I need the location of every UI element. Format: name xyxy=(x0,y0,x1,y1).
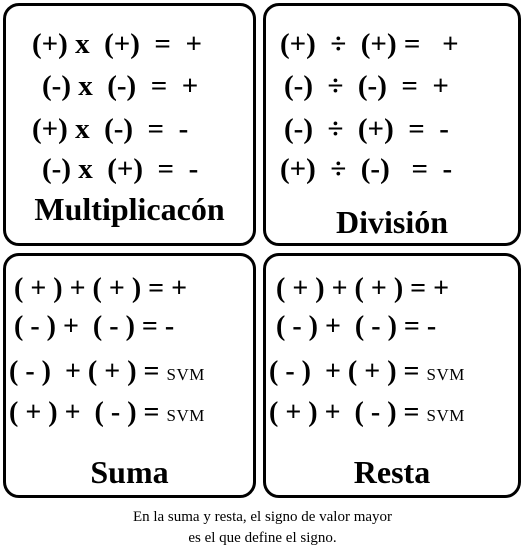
addition-rule-1-text: ( + ) + ( + ) = + xyxy=(14,273,188,304)
subtraction-title: Resta xyxy=(353,454,431,490)
addition-rule-4-text: ( + ) + ( - ) = xyxy=(9,397,167,428)
multiplication-rule-4: (-) x (+) = - xyxy=(42,153,199,185)
multiplication-rule-2: (-) x (-) = + xyxy=(42,70,199,102)
subtraction-rule-4-text: ( + ) + ( - ) = xyxy=(269,397,427,428)
addition-title: Suma xyxy=(90,454,169,490)
multiplication-rule-3: (+) x (-) = - xyxy=(32,113,189,145)
division-rule-3: (-) ÷ (+) = - xyxy=(284,113,449,145)
footer-line-1: En la suma y resta, el signo de valor ma… xyxy=(132,509,393,525)
multiplication-rule-1: (+) x (+) = + xyxy=(32,28,202,60)
addition-rule-3-text: ( - ) + ( + ) = xyxy=(9,356,167,387)
division-title: División xyxy=(335,204,449,240)
subtraction-rule-1-text: ( + ) + ( + ) = + xyxy=(276,273,450,304)
addition-rule-4-svm: SVM xyxy=(166,406,205,425)
multiplication-title: Multiplicacón xyxy=(34,191,225,227)
footer-note: En la suma y resta, el signo de valor ma… xyxy=(0,507,525,549)
division-rule-4: (+) ÷ (-) = - xyxy=(280,153,453,185)
subtraction-rule-1: ( + ) + ( + ) = + xyxy=(276,275,449,303)
multiplication-card: (+) x (+) = + (-) x (-) = + (+) x (-) = … xyxy=(3,3,256,246)
addition-rule-4: ( + ) + ( - ) = SVM xyxy=(9,399,205,427)
addition-card: ( + ) + ( + ) = + ( - ) + ( - ) = - ( - … xyxy=(3,253,256,498)
addition-rule-1: ( + ) + ( + ) = + xyxy=(14,275,187,303)
addition-rule-3-svm: SVM xyxy=(166,365,205,384)
subtraction-rule-3: ( - ) + ( + ) = SVM xyxy=(269,358,465,386)
addition-rule-3: ( - ) + ( + ) = SVM xyxy=(9,358,205,386)
footer-line-2: es el que define el signo. xyxy=(188,530,337,546)
subtraction-rule-3-svm: SVM xyxy=(426,365,465,384)
subtraction-rule-4: ( + ) + ( - ) = SVM xyxy=(269,399,465,427)
subtraction-rule-3-text: ( - ) + ( + ) = xyxy=(269,356,427,387)
division-card: (+) ÷ (+) = + (-) ÷ (-) = + (-) ÷ (+) = … xyxy=(263,3,521,246)
subtraction-rule-2: ( - ) + ( - ) = - xyxy=(276,313,436,341)
subtraction-card: ( + ) + ( + ) = + ( - ) + ( - ) = - ( - … xyxy=(263,253,521,498)
subtraction-rule-2-text: ( - ) + ( - ) = - xyxy=(276,311,437,342)
addition-rule-2: ( - ) + ( - ) = - xyxy=(14,313,174,341)
addition-rule-2-text: ( - ) + ( - ) = - xyxy=(14,311,175,342)
subtraction-rule-4-svm: SVM xyxy=(426,406,465,425)
division-rule-1: (+) ÷ (+) = + xyxy=(280,28,459,60)
division-rule-2: (-) ÷ (-) = + xyxy=(284,70,449,102)
